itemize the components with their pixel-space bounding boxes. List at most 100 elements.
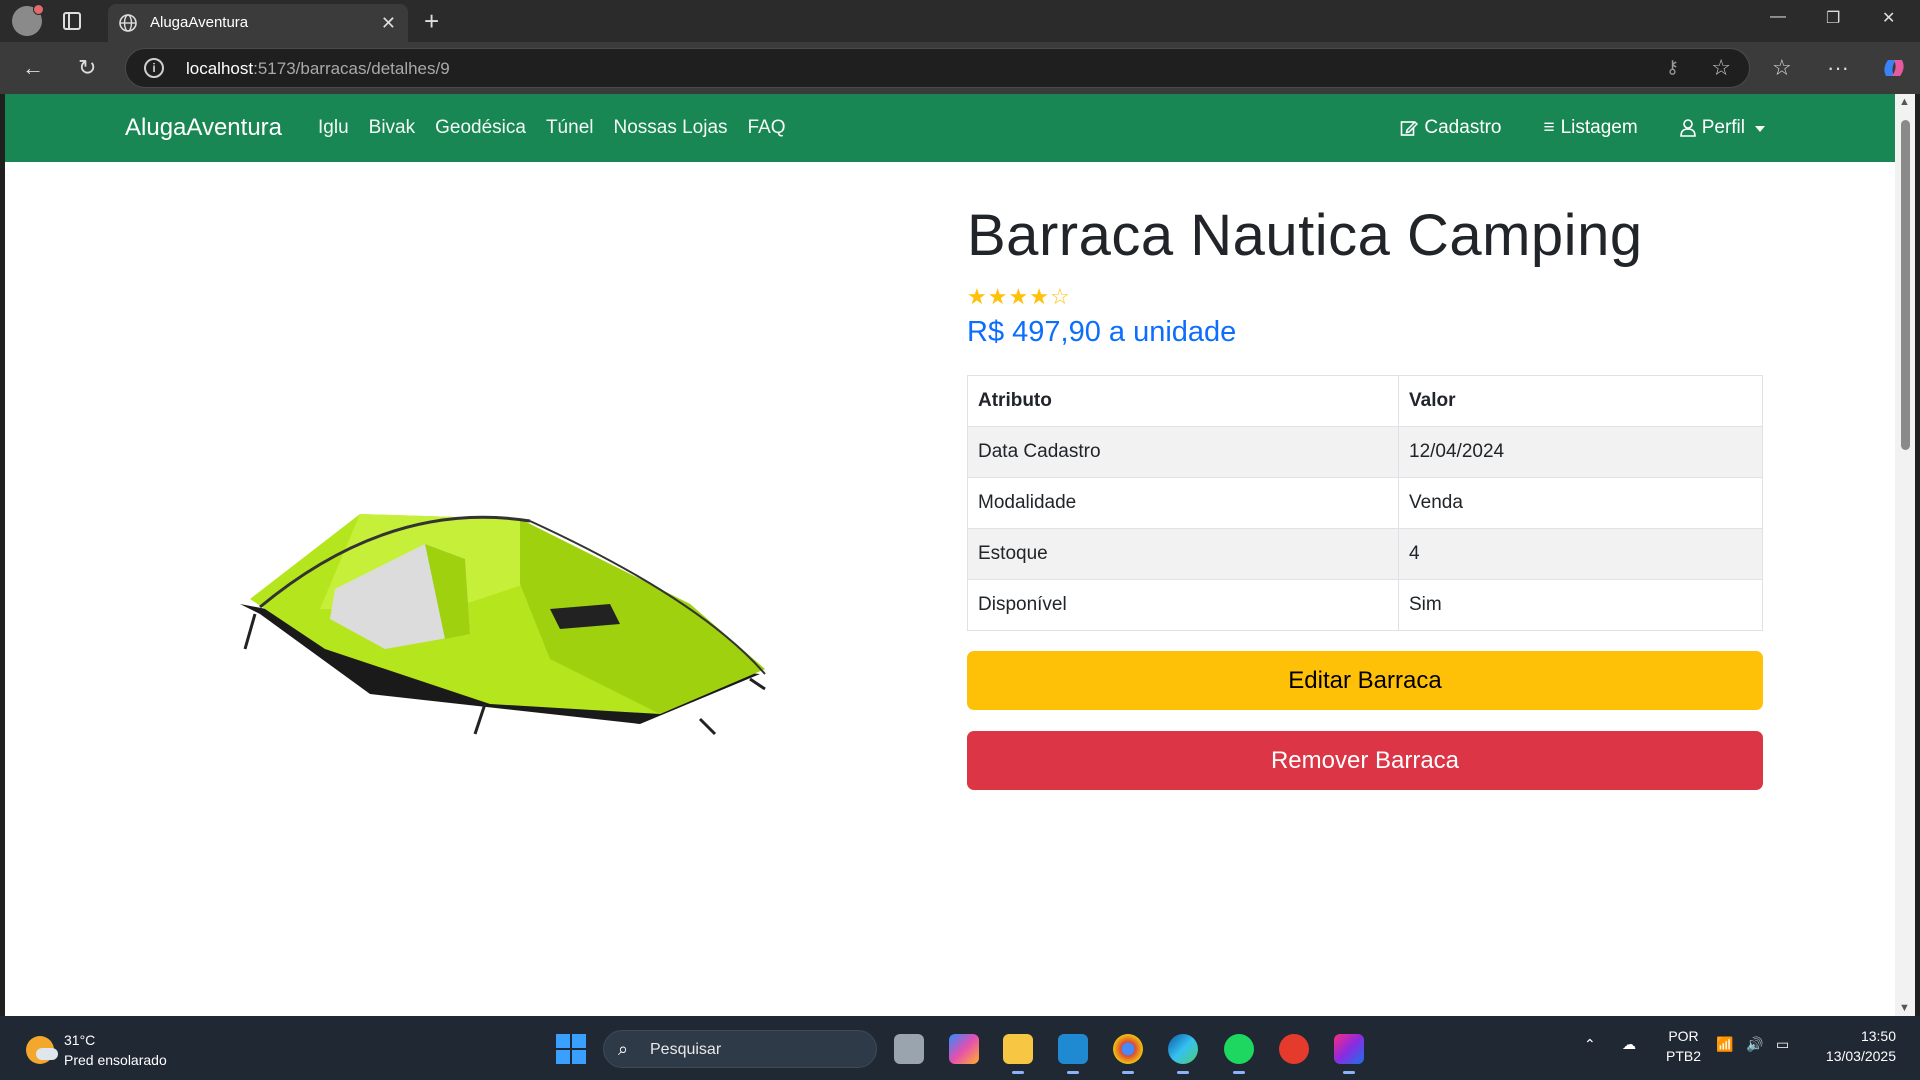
profile-avatar[interactable] — [12, 4, 44, 36]
attribute-name: Disponível — [967, 579, 1399, 631]
scrollbar-thumb[interactable] — [1901, 120, 1910, 450]
close-window-icon[interactable]: ✕ — [1882, 8, 1895, 28]
intellij-icon[interactable] — [1334, 1034, 1364, 1074]
spotify-icon[interactable] — [1224, 1034, 1254, 1074]
back-icon[interactable]: ← — [22, 55, 44, 81]
browser-toolbar: ← ↻ i localhost:5173/barracas/detalhes/9… — [0, 42, 1920, 94]
site-navbar: AlugaAventura Iglu Bivak Geodésica Túnel… — [5, 94, 1895, 162]
language-code: POR — [1668, 1028, 1699, 1044]
vscode-icon[interactable] — [1058, 1034, 1088, 1074]
star-empty-icon: ☆ — [1049, 284, 1071, 309]
copilot-app-icon[interactable] — [949, 1034, 979, 1064]
windows-taskbar: 31°C Pred ensolarado ⌕ Pesquisar ⌃ ☁ POR… — [0, 1016, 1920, 1080]
reload-icon[interactable]: ↻ — [78, 55, 96, 81]
browser-tab-bar: AlugaAventura ✕ + — ❐ ✕ — [0, 0, 1920, 42]
product-image-tent — [240, 514, 766, 736]
browser-tab[interactable]: AlugaAventura ✕ — [108, 4, 408, 42]
new-tab-icon[interactable]: + — [424, 6, 439, 36]
attributes-table: Atributo Valor Data Cadastro 12/04/2024 … — [967, 375, 1763, 631]
taskbar-search[interactable]: ⌕ Pesquisar — [603, 1030, 877, 1068]
product-price: R$ 497,90 a unidade — [967, 316, 1237, 348]
task-view-icon[interactable] — [894, 1034, 924, 1064]
star-filled-icon: ★ — [967, 284, 988, 309]
favorite-star-icon[interactable]: ☆ — [1711, 55, 1731, 81]
more-icon[interactable]: ··· — [1827, 55, 1849, 81]
nav-link-iglu[interactable]: Iglu — [318, 117, 349, 139]
site-brand[interactable]: AlugaAventura — [125, 114, 282, 142]
list-icon: ≡ — [1543, 117, 1555, 138]
globe-icon — [119, 14, 137, 32]
rating-stars: ★★★★☆ — [967, 284, 1071, 310]
attribute-value: 4 — [1398, 528, 1763, 580]
nav-perfil-label: Perfil — [1701, 117, 1745, 138]
attribute-value: 12/04/2024 — [1398, 426, 1763, 478]
tab-close-icon[interactable]: ✕ — [381, 13, 396, 34]
tab-title: AlugaAventura — [150, 14, 249, 31]
table-row: Modalidade Venda — [967, 477, 1763, 529]
nav-link-tunel[interactable]: Túnel — [546, 117, 594, 139]
wifi-icon[interactable]: 📶 — [1716, 1036, 1733, 1053]
right-menu: Cadastro ≡ Listagem Perfil — [1400, 117, 1765, 139]
wps-office-icon[interactable] — [1279, 1034, 1309, 1064]
tray-chevron-up-icon[interactable]: ⌃ — [1584, 1036, 1596, 1053]
clock-date: 13/03/2025 — [1825, 1048, 1896, 1064]
tab-actions-icon[interactable] — [60, 9, 84, 33]
table-header-atributo: Atributo — [967, 375, 1399, 427]
nav-link-faq[interactable]: FAQ — [748, 117, 786, 139]
scroll-down-icon[interactable]: ▼ — [1899, 1002, 1910, 1014]
nav-listagem-label: Listagem — [1560, 117, 1638, 138]
nav-link-nossas-lojas[interactable]: Nossas Lojas — [613, 117, 727, 139]
table-row: Data Cadastro 12/04/2024 — [967, 426, 1763, 478]
star-filled-icon: ★ — [1008, 284, 1030, 309]
language-indicator[interactable]: POR PTB2 — [1666, 1026, 1701, 1066]
address-bar[interactable]: i localhost:5173/barracas/detalhes/9 ⚷ ☆ — [125, 48, 1750, 88]
remove-tent-button[interactable]: Remover Barraca — [967, 731, 1763, 790]
search-placeholder: Pesquisar — [650, 1041, 722, 1058]
system-clock[interactable]: 13:50 13/03/2025 — [1826, 1026, 1896, 1066]
star-filled-icon: ★ — [1029, 284, 1050, 309]
chrome-icon[interactable] — [1113, 1034, 1143, 1074]
web-page: AlugaAventura Iglu Bivak Geodésica Túnel… — [5, 94, 1895, 1016]
nav-link-geodesica[interactable]: Geodésica — [435, 117, 526, 139]
keyboard-layout: PTB2 — [1666, 1048, 1702, 1064]
restore-icon[interactable]: ❐ — [1826, 8, 1840, 28]
star-filled-icon: ★ — [987, 284, 1009, 309]
table-header-valor: Valor — [1398, 375, 1763, 427]
nav-listagem[interactable]: ≡ Listagem — [1544, 117, 1638, 139]
onedrive-cloud-icon[interactable]: ☁ — [1622, 1036, 1636, 1053]
product-title: Barraca Nautica Camping — [967, 203, 1643, 268]
battery-icon[interactable]: ▭ — [1776, 1036, 1789, 1053]
page-scrollbar[interactable]: ▲ ▼ — [1895, 94, 1915, 1016]
weather-cloud-icon — [36, 1048, 58, 1060]
attribute-value: Venda — [1398, 477, 1763, 529]
person-icon — [1679, 119, 1696, 137]
table-header-row: Atributo Valor — [967, 375, 1763, 427]
attribute-name: Data Cadastro — [967, 426, 1399, 478]
edit-tent-button[interactable]: Editar Barraca — [967, 651, 1763, 710]
attribute-name: Estoque — [967, 528, 1399, 580]
site-info-icon[interactable]: i — [144, 58, 164, 78]
scroll-up-icon[interactable]: ▲ — [1899, 96, 1910, 108]
copilot-icon[interactable] — [1880, 54, 1908, 82]
nav-cadastro[interactable]: Cadastro — [1400, 117, 1502, 139]
table-row: Disponível Sim — [967, 579, 1763, 631]
attribute-value: Sim — [1398, 579, 1763, 631]
edge-icon[interactable] — [1168, 1034, 1198, 1074]
favorites-icon[interactable]: ☆ — [1772, 55, 1792, 81]
attribute-name: Modalidade — [967, 477, 1399, 529]
key-icon[interactable]: ⚷ — [1666, 57, 1679, 78]
search-icon: ⌕ — [618, 1039, 629, 1059]
url-text[interactable]: localhost:5173/barracas/detalhes/9 — [186, 59, 450, 79]
nav-perfil-dropdown[interactable]: Perfil — [1679, 117, 1765, 139]
table-row: Estoque 4 — [967, 528, 1763, 580]
windows-start-icon[interactable] — [556, 1034, 586, 1064]
nav-cadastro-label: Cadastro — [1424, 117, 1502, 138]
weather-temperature: 31°C — [64, 1032, 96, 1048]
clock-time: 13:50 — [1860, 1028, 1896, 1044]
volume-icon[interactable]: 🔊 — [1746, 1036, 1763, 1053]
minimize-icon[interactable]: — — [1770, 8, 1786, 26]
edit-icon — [1401, 120, 1419, 136]
nav-link-bivak[interactable]: Bivak — [369, 117, 415, 139]
file-explorer-icon[interactable] — [1003, 1034, 1033, 1074]
weather-description: Pred ensolarado — [64, 1052, 167, 1068]
